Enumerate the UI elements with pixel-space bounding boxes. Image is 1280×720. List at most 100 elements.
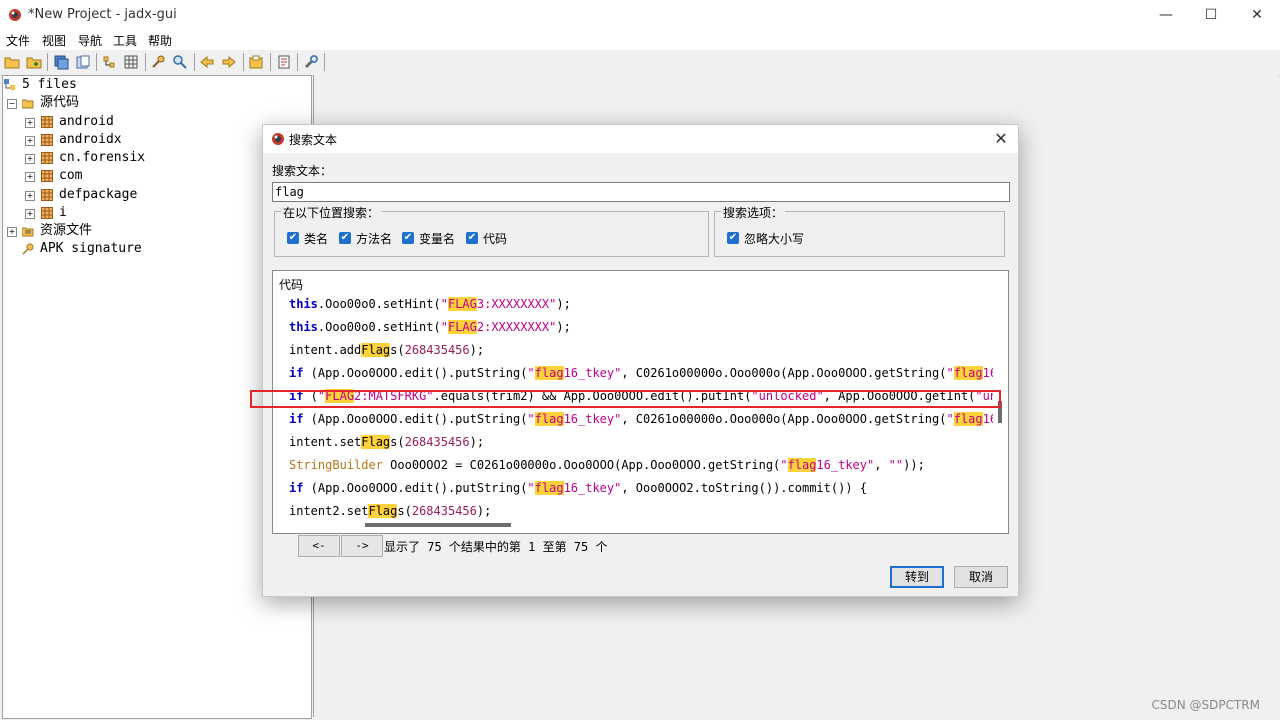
maximize-button[interactable]: ☐ [1188,0,1234,30]
window-titlebar: *New Project - jadx-gui — ☐ ✕ [0,0,1280,30]
code-token: .Ooo00o0.setHint( [317,320,441,334]
dialog-close-icon[interactable]: ✕ [990,129,1012,149]
search-options-group: 搜索选项： ✔ 忽略大小写 [714,204,1005,257]
expand-icon[interactable]: + [25,136,35,146]
goto-button[interactable]: 转到 [890,566,944,588]
code-token: 16_tkey" [563,481,622,495]
toolbar-separator [243,53,244,71]
expand-icon[interactable]: + [7,227,17,237]
checkbox-code[interactable]: ✔ [466,232,478,244]
expand-icon[interactable]: + [25,172,35,182]
toolbar [0,50,1280,76]
prev-page-button[interactable]: <- [298,535,340,557]
export-icon[interactable] [75,54,91,70]
menu-file[interactable]: 文件 [6,32,30,49]
code-token: FLAG [447,320,477,334]
search-input[interactable] [272,182,1010,202]
back-arrow-icon[interactable] [199,54,215,70]
code-token: intent.add [289,343,362,357]
tree-resources-label: 资源文件 [40,223,93,238]
tree-root-label: 5 files [22,77,77,92]
code-token: " [946,366,954,380]
result-line[interactable]: intent.addFlags(268435456); [289,340,993,360]
annotation-highlight-box [250,390,1001,408]
resources-folder-icon [22,227,34,237]
deobfuscation-icon[interactable] [248,54,264,70]
toolbar-separator [194,53,195,71]
open-file-icon[interactable] [4,54,20,70]
results-header: 代码 [279,278,304,292]
result-line[interactable]: if (App.Ooo0OOO.edit().putString("flag16… [289,478,993,498]
code-token: 3:XXXXXXXX" [476,297,557,311]
log-viewer-icon[interactable] [276,54,292,70]
code-token: ); [469,435,485,449]
package-icon [41,134,53,146]
checkbox-ignore-case[interactable]: ✔ [727,232,739,244]
minimize-button[interactable]: — [1143,0,1189,30]
cancel-button[interactable]: 取消 [954,566,1008,588]
code-token: " [440,320,448,334]
checkbox-class-name[interactable]: ✔ [287,232,299,244]
menu-navigate[interactable]: 导航 [78,32,102,49]
window-title: *New Project - jadx-gui [28,7,177,22]
toolbar-separator [47,53,48,71]
class-search-icon[interactable] [172,54,188,70]
open-folder-icon [22,99,34,109]
menu-view[interactable]: 视图 [42,32,66,49]
menu-help[interactable]: 帮助 [148,32,172,49]
save-all-icon[interactable] [53,54,69,70]
code-token: , [874,458,889,472]
add-files-icon[interactable] [26,54,42,70]
horizontal-scrollbar-thumb[interactable] [365,523,511,527]
menu-tools[interactable]: 工具 [113,32,137,49]
code-token: " [527,481,535,495]
sync-tree-icon[interactable] [101,54,117,70]
next-page-button[interactable]: -> [341,535,383,557]
forward-arrow-icon[interactable] [221,54,237,70]
search-text-label: 搜索文本： [272,164,333,178]
toolbar-separator [324,53,325,71]
collapse-icon[interactable]: − [7,99,17,109]
code-token: s( [397,504,412,518]
code-token: (App.Ooo0OOO.edit().putString( [303,366,528,380]
expand-icon[interactable]: + [25,118,35,128]
result-line[interactable]: intent2.setFlags(268435456); [289,501,993,521]
tree-package-label: defpackage [59,187,138,202]
flatten-packages-icon[interactable] [123,54,139,70]
close-window-button[interactable]: ✕ [1234,0,1280,30]
toolbar-separator [145,53,146,71]
toolbar-separator [270,53,271,71]
result-line[interactable]: StringBuilder Ooo0OOO2 = C0261o00000o.Oo… [289,455,993,475]
result-line[interactable]: this.Ooo00o0.setHint("FLAG2:XXXXXXXX"); [289,317,993,337]
watermark: CSDN @SDPCTRM [1151,698,1260,712]
jadx-app-icon [272,133,284,145]
code-token: 16_tkey" [816,458,875,472]
text-search-icon[interactable] [150,54,166,70]
code-token: flag [534,481,564,495]
preferences-wrench-icon[interactable] [303,54,319,70]
code-token: FLAG [447,297,477,311]
expand-icon[interactable]: + [25,191,35,201]
expand-icon[interactable]: + [25,154,35,164]
tree-package-label: androidx [59,132,122,147]
code-token: , C0261o00000o.Ooo000o(App.Ooo0OOO.getSt… [621,412,947,426]
code-token: Flag [368,504,398,518]
result-line[interactable]: if (App.Ooo0OOO.edit().putString("flag16… [289,409,993,429]
code-token: , Ooo0OOO2.toString()).commit()) { [621,481,867,495]
result-line[interactable]: this.Ooo00o0.setHint("FLAG3:XXXXXXXX"); [289,294,993,314]
code-token: flag [953,412,983,426]
menu-bar: 文件 视图 导航 工具 帮助 [0,30,1280,50]
dialog-title: 搜索文本 [289,133,338,147]
code-token: 268435456 [404,435,470,449]
result-line[interactable]: if (App.Ooo0OOO.edit().putString("flag16… [289,363,993,383]
code-token: ); [469,343,485,357]
checkbox-method-name[interactable]: ✔ [339,232,351,244]
code-token: , C0261o00000o.Ooo000o(App.Ooo0OOO.getSt… [621,366,947,380]
code-token: " [527,412,535,426]
code-token: s( [390,435,405,449]
expand-icon[interactable]: + [25,209,35,219]
result-line[interactable]: intent.setFlags(268435456); [289,432,993,452]
tree-package-label: com [59,168,83,183]
code-token: Flag [361,435,391,449]
checkbox-variable-name[interactable]: ✔ [402,232,414,244]
